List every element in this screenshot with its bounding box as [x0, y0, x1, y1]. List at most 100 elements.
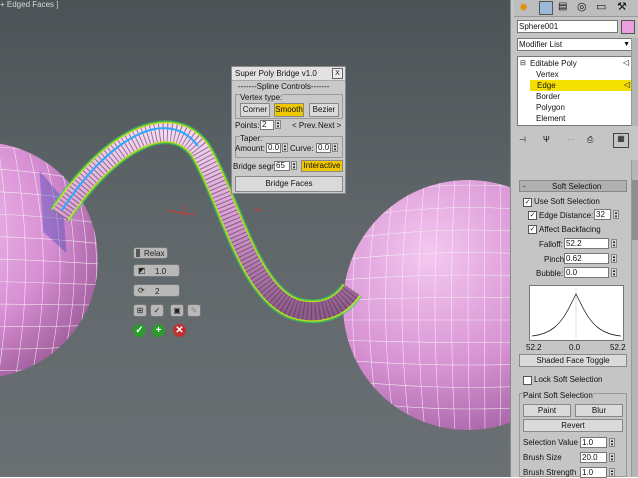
bridge-segments-field[interactable]: 65: [274, 161, 290, 171]
falloff-spinner[interactable]: ▴ ▾: [611, 239, 617, 249]
bubble-spinner[interactable]: ▴ ▾: [611, 268, 617, 278]
hold-boundary-icon[interactable]: ⊞: [133, 304, 147, 317]
next-button[interactable]: Next >: [318, 121, 341, 130]
use-soft-selection-checkbox[interactable]: ✓: [523, 198, 532, 207]
bridge-faces-button[interactable]: Bridge Faces: [235, 176, 343, 192]
stack-root-item[interactable]: Editable Poly: [530, 59, 577, 68]
dialog-titlebar[interactable]: Super Poly Bridge v1.0 X: [232, 67, 345, 81]
relax-caddy-title[interactable]: Relax: [133, 247, 168, 259]
create-tab-icon[interactable]: ✸: [519, 1, 528, 14]
configure-modifier-sets-icon[interactable]: ▦: [613, 133, 629, 148]
lock-soft-selection-checkbox[interactable]: [523, 376, 532, 385]
taper-label: Taper:: [240, 134, 263, 143]
bubble-field[interactable]: 0.0: [564, 267, 609, 278]
stack-scrollbar[interactable]: [631, 38, 638, 126]
soft-selection-title: Soft Selection: [552, 182, 602, 191]
utilities-tab-icon[interactable]: ⚒: [617, 0, 627, 13]
super-poly-bridge-dialog: Super Poly Bridge v1.0 X -------Spline C…: [231, 66, 346, 194]
amount-field[interactable]: 0.0: [266, 143, 281, 153]
affect-backfacing-checkbox[interactable]: ✓: [528, 225, 537, 234]
pin-stack-icon[interactable]: ⊣: [519, 135, 526, 144]
edge-distance-field[interactable]: 32: [594, 209, 611, 220]
stack-item-border[interactable]: Border: [536, 92, 560, 101]
curve-field[interactable]: 0.0: [316, 143, 331, 153]
edge-distance-label: Edge Distance:: [539, 211, 594, 220]
brush-strength-field[interactable]: 1.0: [580, 467, 607, 478]
brush-strength-label: Brush Strength: [523, 468, 577, 477]
stack-toolbar: ⊣ Ψ ⋯ ⎙ ▦: [517, 133, 633, 149]
brush-size-field[interactable]: 20.0: [580, 452, 607, 463]
amount-label: Amount:: [235, 144, 265, 153]
cancel-icon[interactable]: ✕: [173, 324, 186, 337]
vertex-smooth-button[interactable]: Smooth: [274, 103, 304, 117]
stack-item-element[interactable]: Element: [536, 114, 565, 123]
relax-amount-field[interactable]: ◩ 1.0: [133, 264, 180, 277]
dialog-title: Super Poly Bridge v1.0: [235, 69, 317, 78]
points-spinner[interactable]: ▴ ▾: [275, 120, 281, 130]
vertex-bezier-button[interactable]: Bezier: [309, 103, 339, 117]
relax-iterations-field[interactable]: ⟳ 2: [133, 284, 180, 297]
object-color-swatch[interactable]: [621, 20, 635, 34]
points-field[interactable]: 2: [260, 120, 274, 130]
blur-button[interactable]: Blur: [575, 404, 623, 417]
save-icon[interactable]: ▣: [170, 304, 184, 317]
brush-size-spinner[interactable]: ▴ ▾: [609, 453, 615, 463]
paint-button[interactable]: Paint: [523, 404, 571, 417]
selection-value-spinner[interactable]: ▴ ▾: [609, 438, 615, 448]
soft-selection-rollout-header[interactable]: - Soft Selection: [519, 180, 627, 192]
edge-distance-checkbox[interactable]: ✓: [528, 211, 537, 220]
edit-icon[interactable]: ✎: [187, 304, 201, 317]
use-soft-selection-label: Use Soft Selection: [534, 197, 600, 206]
make-unique-icon[interactable]: ⋯: [567, 135, 575, 144]
prev-button[interactable]: < Prev.: [292, 121, 317, 130]
object-name-field[interactable]: Sphere001: [517, 20, 618, 33]
ok-icon[interactable]: ✓: [133, 324, 146, 337]
vertex-corner-button[interactable]: Corner: [240, 103, 270, 117]
stack-item-vertex[interactable]: Vertex: [536, 70, 559, 79]
rollout-scrollbar[interactable]: [631, 160, 638, 477]
interactive-toggle[interactable]: Interactive: [301, 160, 343, 172]
stack-item-polygon[interactable]: Polygon: [536, 103, 565, 112]
modifier-list-dropdown[interactable]: Modifier List ▼: [517, 38, 633, 51]
selection-value-label: Selection Value: [523, 438, 578, 447]
edge-distance-spinner[interactable]: ▴ ▾: [613, 210, 619, 220]
modifier-list-label: Modifier List: [519, 40, 563, 49]
remove-modifier-icon[interactable]: ⎙: [587, 135, 593, 145]
edge-visibility-icon[interactable]: ◁: [624, 80, 630, 89]
apply-icon[interactable]: +: [152, 324, 165, 337]
pinch-label: Pinch:: [544, 255, 567, 264]
bridge-segments-label: Bridge segm: [233, 162, 278, 171]
pinch-spinner[interactable]: ▴ ▾: [611, 254, 617, 264]
shaded-face-toggle-button[interactable]: Shaded Face Toggle: [519, 354, 627, 367]
relax-iterations-value: 2: [155, 287, 160, 296]
revert-button[interactable]: Revert: [523, 419, 623, 432]
pinch-field[interactable]: 0.62: [564, 253, 609, 264]
viewport[interactable]: + Edged Faces ] Super Poly Bridge v1.0 X…: [0, 0, 510, 477]
points-label: Points:: [235, 121, 260, 130]
dialog-close-button[interactable]: X: [332, 68, 343, 79]
stack-item-edge-highlight[interactable]: Edge ◁: [530, 80, 632, 91]
check-small-icon[interactable]: ✓: [150, 304, 164, 317]
paint-soft-selection-group: Paint Soft Selection Paint Blur Revert S…: [519, 391, 627, 478]
brush-strength-spinner[interactable]: ▴ ▾: [609, 468, 615, 478]
show-end-result-icon[interactable]: Ψ: [543, 135, 550, 144]
display-tab-icon[interactable]: ▭: [596, 0, 606, 13]
amount-spinner[interactable]: ▴ ▾: [282, 143, 288, 153]
rollout-scroll-thumb[interactable]: [632, 180, 638, 240]
falloff-field[interactable]: 52.2: [564, 238, 609, 249]
relax-amount-icon: ◩: [138, 266, 146, 275]
falloff-curve-graph: [529, 285, 624, 341]
collapse-icon[interactable]: ⊟: [520, 59, 526, 67]
stack-root-visibility-icon[interactable]: ◁: [623, 58, 629, 67]
bridge-segments-spinner[interactable]: ▴ ▾: [291, 161, 297, 171]
selection-value-field[interactable]: 1.0: [580, 437, 607, 448]
hierarchy-tab-icon[interactable]: ▤: [558, 1, 567, 12]
modify-tab-icon[interactable]: [539, 1, 553, 15]
relax-amount-value: 1.0: [155, 267, 167, 276]
spline-controls-heading: -------Spline Controls-------: [238, 82, 330, 91]
curve-spinner[interactable]: ▴ ▾: [332, 143, 338, 153]
command-panel-tabs: ✸ ▤ ◎ ▭ ⚒: [514, 0, 638, 17]
caddy-grip-icon[interactable]: [136, 249, 140, 257]
motion-tab-icon[interactable]: ◎: [577, 0, 587, 13]
modifier-stack: ⊟ Editable Poly ◁ Vertex Edge ◁ Border P…: [517, 56, 633, 126]
